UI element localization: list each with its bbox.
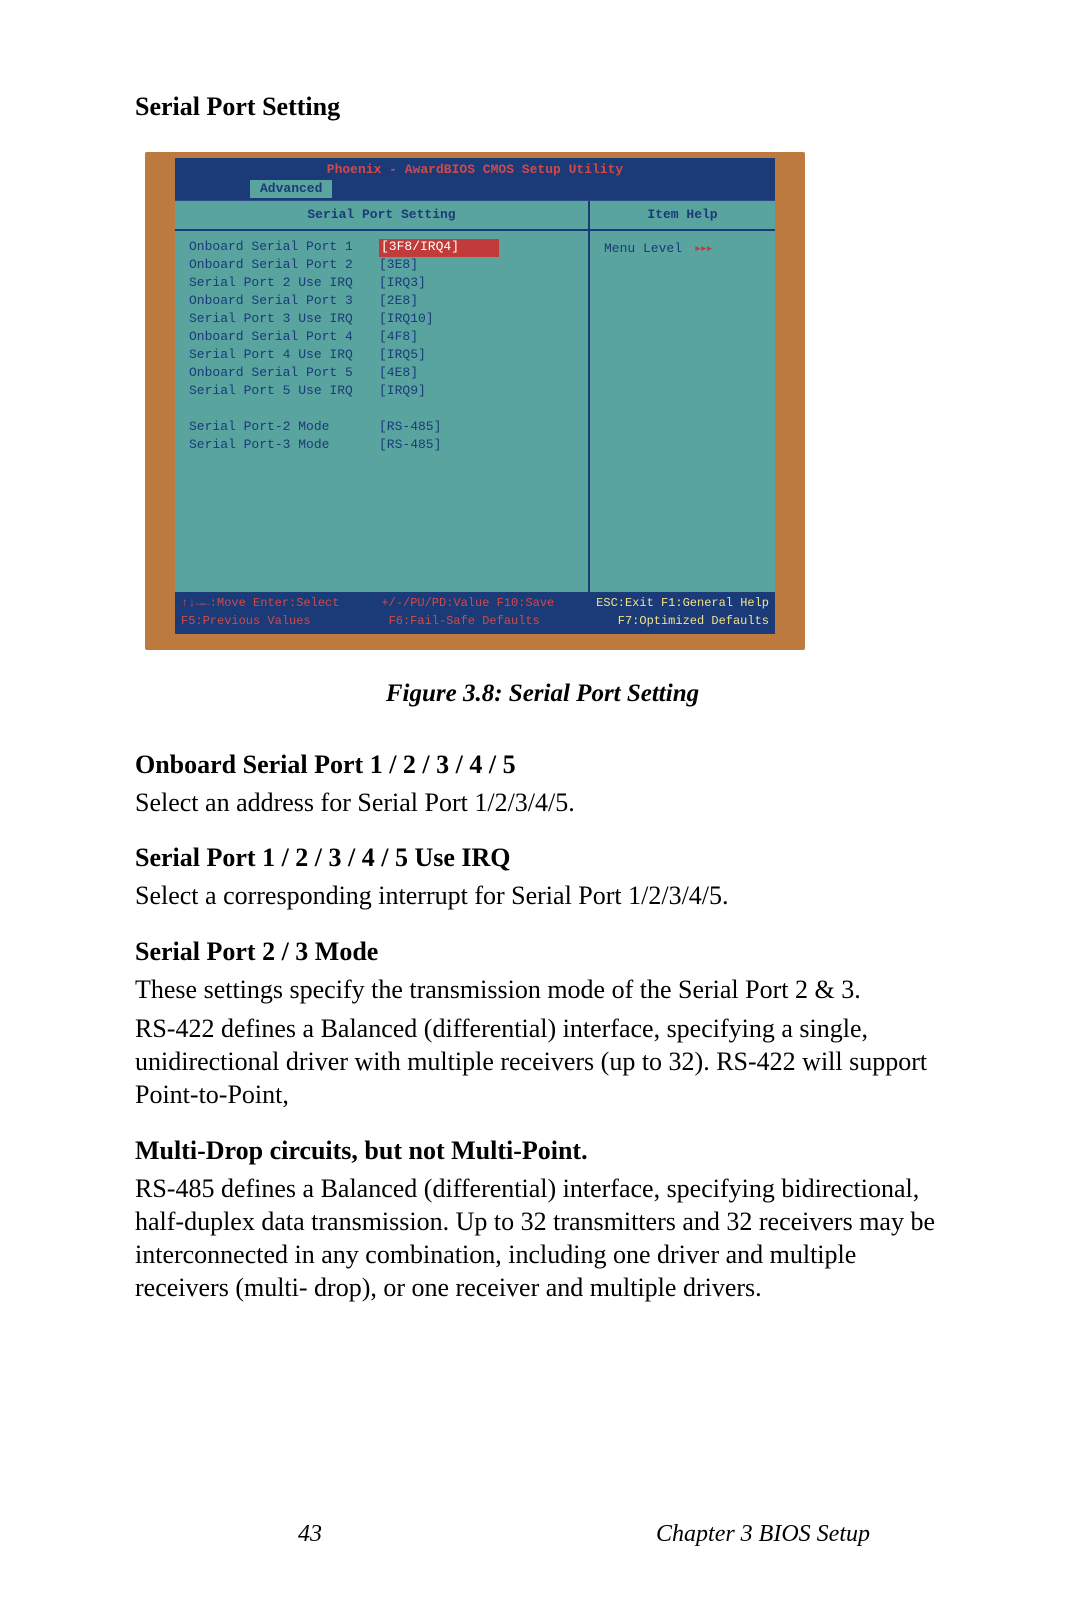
setting-value[interactable]: [4E8]: [379, 365, 499, 383]
setting-label: Serial Port 2 Use IRQ: [189, 275, 379, 293]
setting-row[interactable]: Serial Port 3 Use IRQ[IRQ10]: [189, 311, 580, 329]
setting-value[interactable]: [RS-485]: [379, 437, 499, 455]
left-pane-title: Serial Port Setting: [175, 201, 588, 231]
bios-footer: ↑↓→←:Move Enter:Select +/-/PU/PD:Value F…: [175, 592, 775, 632]
setting-row[interactable]: Onboard Serial Port 4[4F8]: [189, 329, 580, 347]
setting-row[interactable]: Onboard Serial Port 1[3F8/IRQ4]: [189, 239, 580, 257]
setting-row[interactable]: Onboard Serial Port 2[3E8]: [189, 257, 580, 275]
bios-screenshot: Phoenix - AwardBIOS CMOS Setup Utility A…: [145, 152, 805, 650]
setting-value[interactable]: [IRQ9]: [379, 383, 499, 401]
setting-label: Serial Port 4 Use IRQ: [189, 347, 379, 365]
page-title: Serial Port Setting: [135, 92, 950, 122]
subheading: Onboard Serial Port 1 / 2 / 3 / 4 / 5: [135, 750, 950, 780]
setting-row[interactable]: Serial Port 5 Use IRQ[IRQ9]: [189, 383, 580, 401]
setting-value[interactable]: [2E8]: [379, 293, 499, 311]
setting-label: Onboard Serial Port 4: [189, 329, 379, 347]
setting-row[interactable]: Onboard Serial Port 5[4E8]: [189, 365, 580, 383]
bios-title: Phoenix - AwardBIOS CMOS Setup Utility: [175, 158, 775, 180]
setting-row[interactable]: Onboard Serial Port 3[2E8]: [189, 293, 580, 311]
footer-hint: F6:Fail-Safe Defaults: [389, 612, 540, 630]
setting-label: Onboard Serial Port 5: [189, 365, 379, 383]
figure-caption: Figure 3.8: Serial Port Setting: [135, 680, 950, 708]
paragraph: Select a corresponding interrupt for Ser…: [135, 879, 950, 912]
footer-hint: F5:Previous Values: [181, 612, 311, 630]
chevron-right-icon: ▸▸▸: [694, 241, 711, 257]
footer-hint: +/-/PU/PD:Value F10:Save: [381, 594, 554, 612]
subheading: Serial Port 2 / 3 Mode: [135, 937, 950, 967]
chapter-label: Chapter 3 BIOS Setup: [540, 1521, 1000, 1548]
footer-hint: ↑↓→←:Move Enter:Select: [181, 594, 339, 612]
right-pane-title: Item Help: [590, 201, 775, 231]
paragraph: Select an address for Serial Port 1/2/3/…: [135, 786, 950, 819]
setting-label: Serial Port-2 Mode: [189, 419, 379, 437]
setting-label: Serial Port 5 Use IRQ: [189, 383, 379, 401]
paragraph: RS-422 defines a Balanced (differential)…: [135, 1012, 950, 1112]
setting-row[interactable]: Serial Port-3 Mode[RS-485]: [189, 437, 580, 455]
setting-label: Serial Port 3 Use IRQ: [189, 311, 379, 329]
menu-level-label: Menu Level: [604, 241, 682, 257]
setting-value[interactable]: [3F8/IRQ4]: [379, 239, 499, 257]
paragraph: These settings specify the transmission …: [135, 973, 950, 1006]
setting-label: Onboard Serial Port 3: [189, 293, 379, 311]
page-footer: 43 Chapter 3 BIOS Setup: [0, 1521, 1080, 1548]
paragraph: RS-485 defines a Balanced (differential)…: [135, 1172, 950, 1305]
footer-hint: F7:Optimized Defaults: [618, 612, 769, 630]
tab-advanced[interactable]: Advanced: [250, 180, 332, 198]
menu-level: Menu Level ▸▸▸: [604, 239, 767, 257]
page-number: 43: [80, 1521, 540, 1548]
subheading: Multi-Drop circuits, but not Multi-Point…: [135, 1136, 950, 1166]
setting-value[interactable]: [IRQ3]: [379, 275, 499, 293]
setting-value[interactable]: [4F8]: [379, 329, 499, 347]
setting-value[interactable]: [IRQ10]: [379, 311, 499, 329]
setting-value[interactable]: [3E8]: [379, 257, 499, 275]
setting-row[interactable]: Serial Port-2 Mode[RS-485]: [189, 419, 580, 437]
setting-row[interactable]: Serial Port 4 Use IRQ[IRQ5]: [189, 347, 580, 365]
footer-hint: ESC:Exit F1:General Help: [596, 594, 769, 612]
setting-value[interactable]: [IRQ5]: [379, 347, 499, 365]
setting-row[interactable]: Serial Port 2 Use IRQ[IRQ3]: [189, 275, 580, 293]
setting-label: Onboard Serial Port 1: [189, 239, 379, 257]
setting-value[interactable]: [RS-485]: [379, 419, 499, 437]
subheading: Serial Port 1 / 2 / 3 / 4 / 5 Use IRQ: [135, 843, 950, 873]
setting-label: Serial Port-3 Mode: [189, 437, 379, 455]
setting-label: Onboard Serial Port 2: [189, 257, 379, 275]
